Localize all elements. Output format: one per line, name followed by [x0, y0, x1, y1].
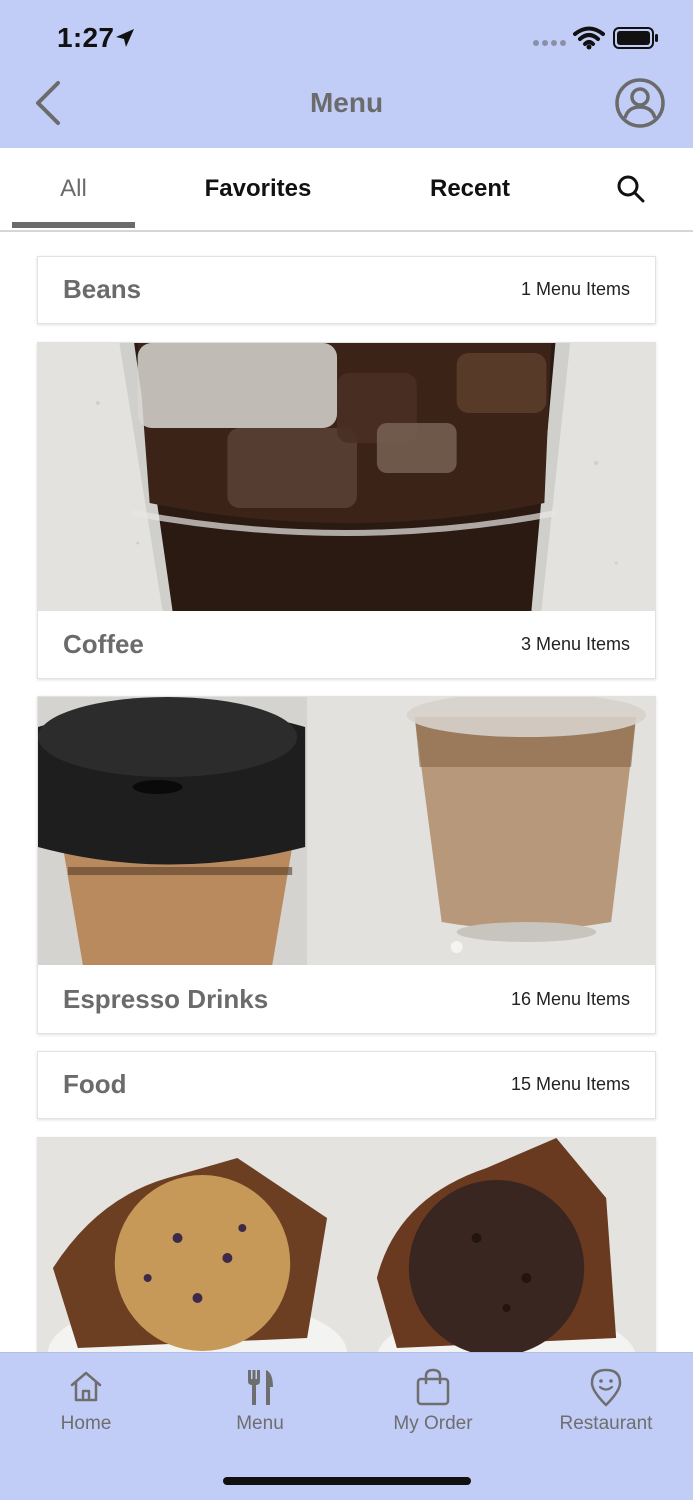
nav-my-order[interactable]: My Order: [358, 1367, 508, 1457]
home-icon: [70, 1371, 102, 1402]
location-pin-icon: [590, 1368, 622, 1407]
nav-label: Home: [60, 1413, 112, 1434]
category-card-espresso-drinks[interactable]: Espresso Drinks 16 Menu Items: [37, 696, 656, 1034]
nav-menu[interactable]: Menu: [185, 1367, 335, 1457]
iced-coffee-photo: [38, 343, 655, 611]
tab-favorites[interactable]: Favorites: [180, 148, 336, 230]
cellular-signal-icon: [533, 40, 566, 46]
filter-tabs: All Favorites Recent: [0, 148, 693, 232]
nav-label: Menu: [236, 1413, 284, 1434]
tab-all[interactable]: All: [12, 148, 135, 230]
category-count: 3 Menu Items: [520, 634, 630, 654]
category-card-muffins[interactable]: [37, 1137, 656, 1352]
nav-label: Restaurant: [559, 1413, 653, 1434]
nav-label: My Order: [393, 1413, 473, 1434]
card-footer: Coffee 3 Menu Items: [38, 610, 655, 678]
category-card-food[interactable]: Food 15 Menu Items: [37, 1051, 656, 1119]
home-indicator: [223, 1477, 471, 1485]
active-tab-indicator: [12, 222, 135, 228]
search-icon: [617, 175, 645, 203]
user-profile-icon: [615, 78, 665, 128]
location-arrow-icon: [116, 29, 134, 47]
status-time: 1:27: [57, 22, 115, 53]
category-count: 1 Menu Items: [520, 279, 630, 299]
espresso-drinks-photo: [38, 697, 655, 965]
nav-restaurant[interactable]: Restaurant: [531, 1367, 681, 1457]
category-name: Coffee: [63, 629, 144, 659]
fork-knife-icon: [248, 1370, 273, 1405]
search-button[interactable]: [614, 172, 648, 206]
nav-home[interactable]: Home: [11, 1367, 161, 1457]
category-count: 16 Menu Items: [510, 989, 630, 1009]
category-name: Beans: [63, 274, 142, 304]
category-name: Espresso Drinks: [63, 984, 269, 1014]
category-count: 15 Menu Items: [510, 1074, 630, 1094]
category-card-beans[interactable]: Beans 1 Menu Items: [37, 256, 656, 324]
page-title: Menu: [309, 87, 384, 118]
card-footer: Beans 1 Menu Items: [38, 257, 655, 323]
muffins-photo: [38, 1138, 655, 1352]
card-footer: Espresso Drinks 16 Menu Items: [38, 965, 655, 1033]
card-footer: Food 15 Menu Items: [38, 1052, 655, 1118]
wifi-icon: [573, 26, 605, 50]
tab-recent[interactable]: Recent: [410, 148, 530, 230]
shopping-bag-icon: [416, 1368, 450, 1406]
account-button[interactable]: [614, 77, 666, 129]
top-header: 1:27 Menu: [0, 0, 693, 148]
category-name: Food: [63, 1069, 127, 1099]
category-list: Beans 1 Menu Items Coffee 3 Menu Items E…: [0, 232, 693, 1352]
category-card-coffee[interactable]: Coffee 3 Menu Items: [37, 342, 656, 679]
battery-icon: [613, 27, 658, 49]
